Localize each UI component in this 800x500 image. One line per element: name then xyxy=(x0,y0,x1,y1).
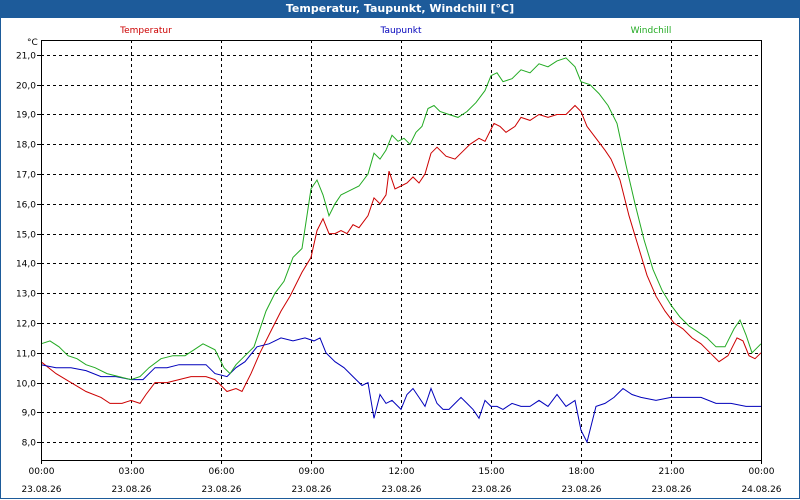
line-chart: 8,0 9,0 10,0 11,0 12,0 13,0 14,0 15,0 16,0 17,0 18… xyxy=(16,26,782,495)
x-tick-time-label: 00:00 xyxy=(749,467,775,477)
x-tick-date-label: 23.08.26 xyxy=(291,485,331,495)
x-tick-time-label: 03:00 xyxy=(119,467,145,477)
y-tick-label: 16,0 xyxy=(16,201,36,211)
window-title: Temperatur, Taupunkt, Windchill [°C] xyxy=(0,0,800,18)
x-tick-time-label: 21:00 xyxy=(659,467,685,477)
y-tick-label: 20,0 xyxy=(16,82,36,92)
legend: Temperatur Taupunkt Windchill xyxy=(119,26,671,36)
x-tick-date-label: 23.08.26 xyxy=(381,485,421,495)
x-tick-time-label: 00:00 xyxy=(29,467,55,477)
x-tick-date-label: 24.08.26 xyxy=(741,485,781,495)
x-tick-time-label: 06:00 xyxy=(209,467,235,477)
x-tick-time-label: 09:00 xyxy=(299,467,325,477)
y-tick-label: 9,0 xyxy=(22,409,37,419)
chart-window: Temperatur, Taupunkt, Windchill [°C] 8,0… xyxy=(0,0,800,500)
y-tick-label: 12,0 xyxy=(16,320,36,330)
x-tick-date-label: 23.08.26 xyxy=(471,485,511,495)
x-tick-date-label: 23.08.26 xyxy=(21,485,61,495)
y-tick-label: 11,0 xyxy=(16,350,36,360)
chart-frame: 8,0 9,0 10,0 11,0 12,0 13,0 14,0 15,0 16,0 17,0 18… xyxy=(0,18,800,499)
x-tick-time-label: 18:00 xyxy=(569,467,595,477)
y-tick-label: 8,0 xyxy=(22,439,37,449)
y-tick-label: 15,0 xyxy=(16,231,36,241)
y-tick-label: 19,0 xyxy=(16,111,36,121)
y-axis-label: °C xyxy=(27,38,38,48)
legend-entry-windchill: Windchill xyxy=(631,26,672,36)
y-axis-tick-labels: 8,0 9,0 10,0 11,0 12,0 13,0 14,0 15,0 16,0 17,0 18… xyxy=(16,52,41,449)
x-tick-date-label: 23.08.26 xyxy=(651,485,691,495)
grid xyxy=(41,40,761,460)
legend-entry-taupunkt: Taupunkt xyxy=(379,26,422,36)
x-tick-date-label: 23.08.26 xyxy=(201,485,241,495)
x-tick-date-label: 23.08.26 xyxy=(561,485,601,495)
y-tick-label: 10,0 xyxy=(16,380,36,390)
x-tick-time-label: 12:00 xyxy=(389,467,415,477)
y-tick-label: 14,0 xyxy=(16,260,36,270)
y-tick-label: 13,0 xyxy=(16,290,36,300)
legend-entry-temperatur: Temperatur xyxy=(119,26,172,36)
x-tick-date-label: 23.08.26 xyxy=(111,485,151,495)
y-tick-label: 21,0 xyxy=(16,52,36,62)
y-tick-label: 18,0 xyxy=(16,141,36,151)
x-tick-time-label: 15:00 xyxy=(479,467,505,477)
y-tick-label: 17,0 xyxy=(16,171,36,181)
x-axis-tick-labels: 00:00 23.08.26 03:00 23.08.26 06:00 23.08.26 0… xyxy=(21,460,782,495)
